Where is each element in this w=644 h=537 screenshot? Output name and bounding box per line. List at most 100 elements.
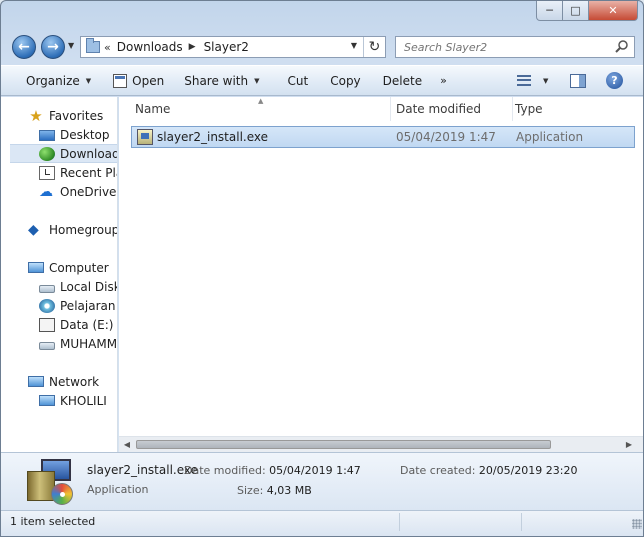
nav-downloads[interactable]: Downloads bbox=[10, 144, 117, 163]
share-with-button[interactable]: Share with ▼ bbox=[176, 69, 267, 93]
explorer-window: ─ □ ✕ ← → ▼ « Downloads ▶ Slayer2 ▼ ↻ Or… bbox=[0, 0, 644, 537]
more-commands-button[interactable]: » bbox=[432, 69, 455, 93]
details-label: Date created: bbox=[400, 464, 476, 477]
nav-label: MUHAMMAD bbox=[60, 336, 118, 351]
nav-label: Computer bbox=[49, 260, 109, 275]
command-bar: Organize ▼ Open Share with ▼ Cut Copy De… bbox=[1, 65, 643, 96]
search-input[interactable] bbox=[404, 40, 594, 54]
details-value: 20/05/2019 23:20 bbox=[478, 464, 578, 477]
details-date-created: Date created: 20/05/2019 23:20 bbox=[400, 464, 578, 477]
details-value: 05/04/2019 1:47 bbox=[269, 464, 361, 477]
nav-recent-places[interactable]: Recent Places bbox=[1, 163, 117, 182]
delete-button[interactable]: Delete bbox=[375, 69, 430, 93]
copy-label: Copy bbox=[330, 73, 361, 88]
refresh-button[interactable]: ↻ bbox=[363, 37, 385, 57]
nav-data[interactable]: Data (E:) bbox=[1, 315, 117, 334]
breadcrumb-separator-icon[interactable]: ▶ bbox=[189, 42, 196, 52]
organize-button[interactable]: Organize ▼ bbox=[18, 69, 99, 93]
copy-button[interactable]: Copy bbox=[322, 69, 368, 93]
forward-button[interactable]: → bbox=[41, 35, 65, 59]
nav-label: Downloads bbox=[60, 146, 117, 161]
breadcrumb-downloads[interactable]: Downloads bbox=[117, 40, 183, 54]
nav-homegroup[interactable]: ◆ Homegroup bbox=[1, 220, 117, 239]
nav-favorites[interactable]: ★ Favorites bbox=[1, 106, 117, 125]
nav-pelajaran[interactable]: Pelajaran (D:) bbox=[1, 296, 117, 315]
maximize-button[interactable]: □ bbox=[562, 1, 589, 21]
chevron-down-icon: ▼ bbox=[85, 76, 92, 85]
open-icon bbox=[113, 73, 128, 88]
network-computer-icon bbox=[39, 395, 55, 406]
search-icon[interactable] bbox=[614, 39, 630, 55]
file-date-modified: 05/04/2019 1:47 bbox=[396, 130, 496, 144]
column-header-name[interactable]: Name bbox=[119, 97, 391, 121]
nav-computer[interactable]: Computer bbox=[1, 258, 117, 277]
nav-onedrive[interactable]: ☁ OneDrive bbox=[1, 182, 117, 201]
help-button[interactable]: ? bbox=[598, 69, 631, 93]
details-size: Size: 4,03 MB bbox=[237, 484, 312, 497]
cut-button[interactable]: Cut bbox=[280, 69, 317, 93]
file-list: Name ▲ Date modified Type slayer2_instal… bbox=[119, 97, 643, 452]
share-with-label: Share with bbox=[184, 73, 249, 88]
minimize-button[interactable]: ─ bbox=[536, 1, 563, 21]
recent-pages-dropdown[interactable]: ▼ bbox=[68, 41, 74, 50]
homegroup-icon: ◆ bbox=[28, 221, 39, 238]
cut-label: Cut bbox=[287, 73, 309, 88]
chevron-down-icon: ▼ bbox=[254, 76, 260, 85]
details-date-modified: Date modified: 05/04/2019 1:47 bbox=[184, 464, 361, 477]
more-commands-label: » bbox=[440, 74, 447, 87]
nav-muhammad[interactable]: MUHAMMAD bbox=[1, 334, 118, 353]
details-pane: slayer2_install.exe Application Date mod… bbox=[1, 452, 643, 510]
file-name: slayer2_install.exe bbox=[157, 130, 269, 144]
open-button[interactable]: Open bbox=[105, 69, 172, 93]
nav-network[interactable]: Network bbox=[1, 372, 117, 391]
scroll-left-icon[interactable]: ◀ bbox=[119, 437, 135, 452]
removable-disk-icon bbox=[39, 341, 55, 350]
column-header-date-modified[interactable]: Date modified bbox=[391, 97, 513, 121]
chevron-down-icon: ▼ bbox=[68, 41, 75, 50]
nav-desktop[interactable]: Desktop bbox=[1, 125, 117, 144]
nav-label: Favorites bbox=[49, 108, 104, 123]
preview-pane-button[interactable] bbox=[562, 69, 594, 93]
breadcrumb-slayer2[interactable]: Slayer2 bbox=[204, 40, 249, 54]
installer-icon bbox=[137, 129, 153, 145]
back-button[interactable]: ← bbox=[12, 35, 36, 59]
change-view-button[interactable]: ▼ bbox=[509, 69, 556, 93]
resize-grip-icon[interactable] bbox=[632, 519, 642, 529]
chevron-down-icon: ▼ bbox=[543, 76, 549, 85]
nav-label: KHOLILI bbox=[60, 393, 107, 408]
installer-large-icon bbox=[27, 459, 73, 505]
organize-label: Organize bbox=[26, 73, 80, 88]
search-box[interactable] bbox=[395, 36, 635, 58]
nav-local-disk[interactable]: Local Disk (C:) bbox=[1, 277, 117, 296]
details-file-type: Application bbox=[87, 483, 149, 496]
star-icon: ★ bbox=[29, 106, 43, 125]
column-header-label: Type bbox=[515, 102, 543, 116]
nav-label: Data (E:) bbox=[60, 317, 114, 332]
address-bar[interactable]: « Downloads ▶ Slayer2 ▼ ↻ bbox=[80, 36, 386, 58]
help-icon: ? bbox=[606, 72, 623, 89]
dvd-drive-icon bbox=[39, 298, 55, 313]
nav-kholili[interactable]: KHOLILI bbox=[1, 391, 117, 410]
preview-pane-icon bbox=[570, 73, 586, 88]
scrollbar-thumb[interactable] bbox=[136, 440, 551, 449]
folder-icon bbox=[86, 38, 100, 53]
close-button[interactable]: ✕ bbox=[588, 1, 638, 21]
arrow-right-icon: → bbox=[47, 39, 59, 55]
hard-disk-icon bbox=[39, 284, 55, 293]
scroll-right-icon[interactable]: ▶ bbox=[621, 437, 637, 452]
minimize-icon: ─ bbox=[546, 4, 553, 17]
computer-icon bbox=[28, 262, 44, 273]
downloads-icon bbox=[39, 146, 55, 161]
column-header-type[interactable]: Type bbox=[513, 97, 643, 121]
file-row[interactable]: slayer2_install.exe 05/04/2019 1:47 Appl… bbox=[131, 126, 635, 148]
horizontal-scrollbar[interactable]: ◀ ▶ bbox=[119, 436, 643, 452]
disc-shape bbox=[51, 483, 73, 505]
recent-places-icon bbox=[39, 165, 55, 180]
details-view-icon bbox=[517, 75, 531, 86]
delete-label: Delete bbox=[382, 73, 423, 88]
breadcrumb-overflow[interactable]: « bbox=[104, 41, 111, 54]
open-label: Open bbox=[132, 73, 165, 88]
details-label: Size: bbox=[237, 484, 264, 497]
address-dropdown-icon[interactable]: ▼ bbox=[351, 41, 357, 50]
column-header-label: Date modified bbox=[396, 102, 482, 116]
